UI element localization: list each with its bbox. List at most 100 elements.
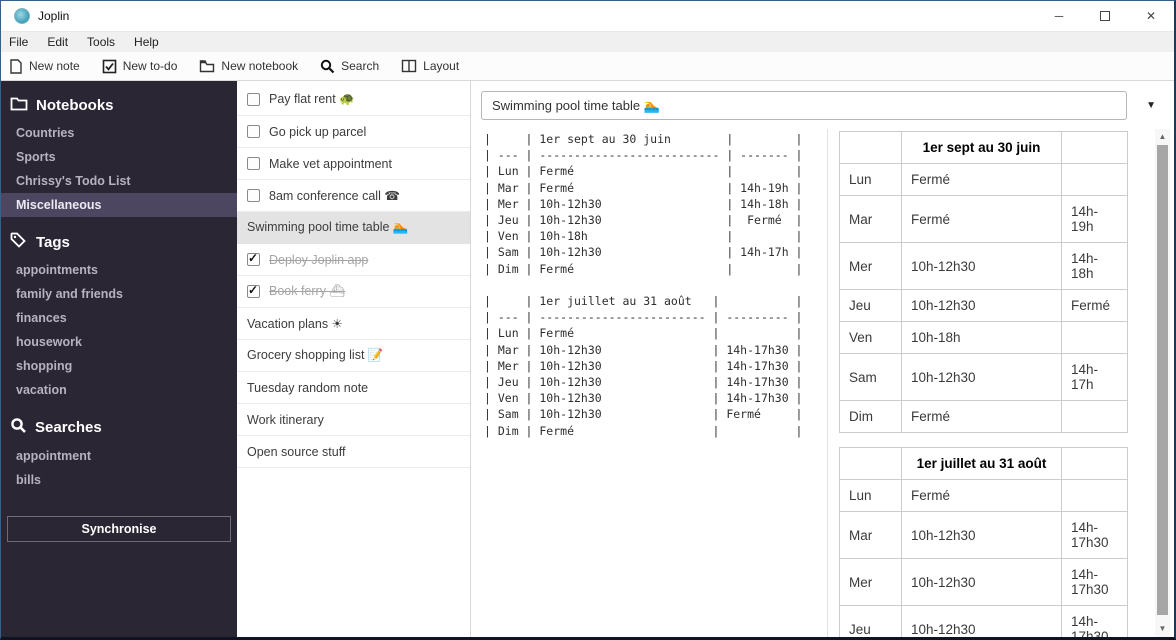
note-title-row: ▼ [481,91,1164,120]
table-cell: Fermé [901,479,1062,512]
note-title: Tuesday random note [247,380,369,395]
table-row: Sam 10h-12h30 14h-17h [839,353,1128,401]
todo-checkbox[interactable] [247,189,260,202]
joplin-window: Joplin ─ ✕ File Edit Tools Help New note… [0,0,1176,640]
menu-item-help[interactable]: Help [134,35,159,49]
menu-item-tools[interactable]: Tools [87,35,115,49]
scrollbar-thumb[interactable] [1157,145,1168,615]
vertical-scrollbar[interactable]: ▲ ▼ [1155,129,1170,637]
new-todo-button[interactable]: New to-do [102,59,177,74]
note-row-vacation-plans[interactable]: Vacation plans ☀ [237,308,470,340]
note-title: 8am conference call ☎ [269,189,400,203]
table-cell: Sam [839,353,902,401]
scroll-up-arrow-icon[interactable]: ▲ [1155,129,1170,143]
table-cell [1061,479,1128,512]
sidebar-tag-family-and-friends[interactable]: family and friends [1,282,237,306]
table-cell: 10h-12h30 [901,242,1062,290]
table-cell: Dim [839,400,902,433]
table-cell: 14h-17h [1061,353,1128,401]
note-row-8am-conference-call[interactable]: 8am conference call ☎ [237,180,470,212]
notebooks-header[interactable]: Notebooks [1,81,237,121]
new-todo-icon [102,59,117,74]
table-row: Ven 10h-18h [839,321,1128,354]
sidebar-tag-shopping[interactable]: shopping [1,354,237,378]
note-row-book-ferry[interactable]: Book ferry ⛴ [237,276,470,308]
note-title: Book ferry ⛴ [269,284,346,298]
table-cell: 14h-17h30 [1061,558,1128,606]
rendered-table-juillet-aout: 1er juillet au 31 août Lun Fermé Mar 10h-1… [839,447,1128,637]
menu-item-edit[interactable]: Edit [47,35,68,49]
note-title: Open source stuff [247,444,346,459]
todo-checkbox[interactable] [247,125,260,138]
table-cell [1061,400,1128,433]
table-header: 1er juillet au 31 août [901,447,1062,480]
note-row-make-vet-appointment[interactable]: Make vet appointment [237,148,470,180]
table-cell: Mar [839,511,902,559]
window-controls: ─ ✕ [1036,1,1174,31]
note-title: Vacation plans ☀ [247,317,343,331]
maximize-button[interactable] [1082,1,1128,31]
chevron-down-icon[interactable]: ▼ [1146,100,1156,111]
note-row-swimming-pool-time-table[interactable]: Swimming pool time table 🏊 [237,212,470,244]
note-row-tuesday-random-note[interactable]: Tuesday random note [237,372,470,404]
sidebar-tag-finances[interactable]: finances [1,306,237,330]
new-notebook-button[interactable]: New notebook [199,59,298,73]
layout-icon [401,59,417,73]
table-cell: 14h-19h [1061,195,1128,243]
editor-panel: ▼ | | 1er sept au 30 juin | | | --- | --… [471,81,1174,637]
new-notebook-label: New notebook [221,59,299,73]
sidebar-search-appointment[interactable]: appointment [1,444,237,468]
table-row: 1er sept au 30 juin [839,131,1128,164]
menu-item-file[interactable]: File [9,35,28,49]
table-row: Mar Fermé 14h-19h [839,195,1128,243]
synchronise-button[interactable]: Synchronise [7,516,231,542]
table-row: Dim Fermé [839,400,1128,433]
sidebar-item-sports[interactable]: Sports [1,145,237,169]
table-cell: 10h-12h30 [901,289,1062,322]
note-title-input[interactable] [481,91,1127,120]
note-row-go-pick-up-parcel[interactable]: Go pick up parcel [237,116,470,148]
sidebar-search-bills[interactable]: bills [1,468,237,492]
tags-header-label: Tags [36,233,70,251]
todo-checkbox[interactable] [247,93,260,106]
todo-checkbox-checked[interactable] [247,283,260,298]
table-cell: Fermé [1061,289,1128,322]
note-row-grocery-shopping-list[interactable]: Grocery shopping list 📝 [237,340,470,372]
note-row-pay-flat-rent[interactable]: Pay flat rent 🐢 [237,84,470,116]
table-cell [1061,163,1128,196]
table-cell: Mer [839,558,902,606]
note-row-deploy-joplin-app[interactable]: Deploy Joplin app [237,244,470,276]
table-cell: Lun [839,163,902,196]
notebooks-header-label: Notebooks [36,97,114,114]
table-cell: Mer [839,242,902,290]
note-row-open-source-stuff[interactable]: Open source stuff [237,436,470,468]
tags-header[interactable]: Tags [1,217,237,258]
layout-label: Layout [423,59,460,73]
scroll-down-arrow-icon[interactable]: ▼ [1155,621,1170,635]
sidebar-item-chrissys-todo-list[interactable]: Chrissy's Todo List [1,169,237,193]
search-label: Search [341,59,380,73]
minimize-button[interactable]: ─ [1036,1,1082,31]
markdown-editor[interactable]: | | 1er sept au 30 juin | | | --- | ----… [484,131,829,637]
table-cell: Lun [839,479,902,512]
layout-button[interactable]: Layout [401,59,459,73]
table-row: Lun Fermé [839,479,1128,512]
searches-header[interactable]: Searches [1,402,237,444]
sidebar-item-countries[interactable]: Countries [1,121,237,145]
table-cell: Fermé [901,163,1062,196]
search-button[interactable]: Search [320,59,379,74]
sidebar-tag-housework[interactable]: housework [1,330,237,354]
table-cell: Mar [839,195,902,243]
close-button[interactable]: ✕ [1128,1,1174,31]
sidebar-item-miscellaneous[interactable]: Miscellaneous [1,193,237,217]
table-cell: 14h-17h30 [1061,605,1128,637]
sidebar-tag-appointments[interactable]: appointments [1,258,237,282]
note-row-work-itinerary[interactable]: Work itinerary [237,404,470,436]
note-list: Pay flat rent 🐢 Go pick up parcel Make v… [237,81,471,637]
sidebar-tag-vacation[interactable]: vacation [1,378,237,402]
todo-checkbox[interactable] [247,157,260,170]
table-cell: 10h-12h30 [901,353,1062,401]
table-cell: Fermé [901,195,1062,243]
todo-checkbox-checked[interactable] [247,251,260,266]
new-note-button[interactable]: New note [9,58,80,74]
